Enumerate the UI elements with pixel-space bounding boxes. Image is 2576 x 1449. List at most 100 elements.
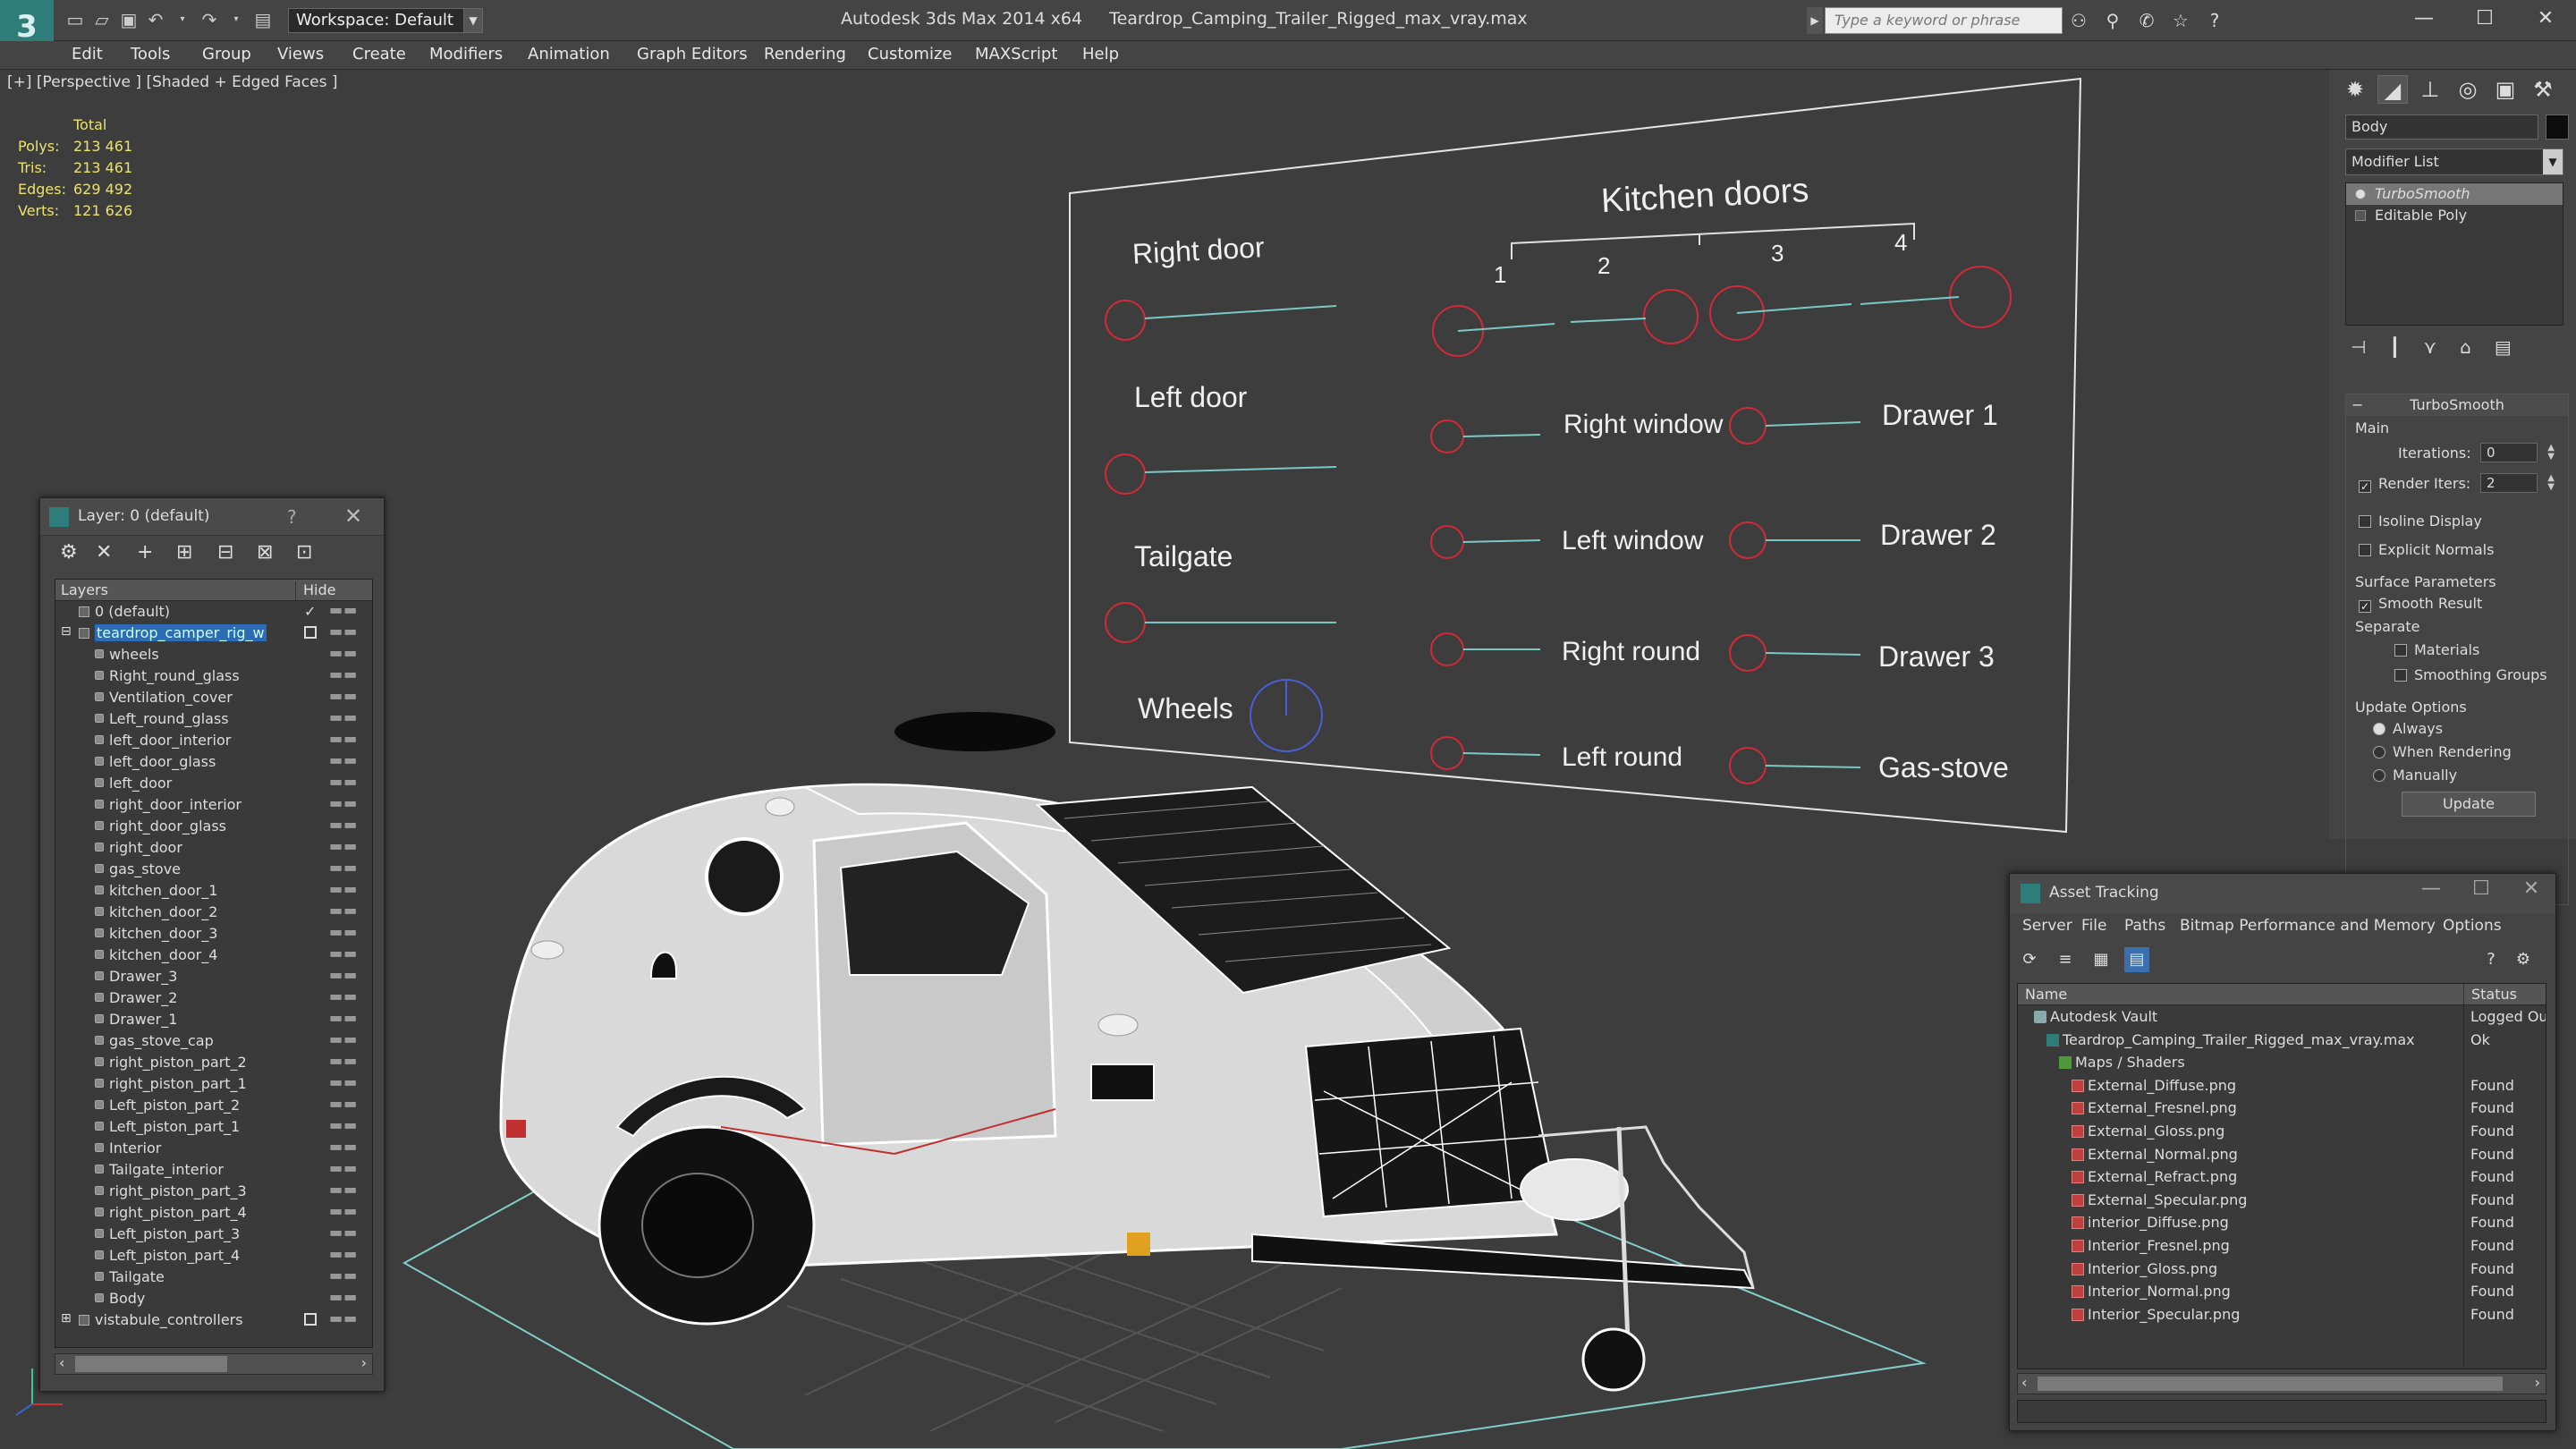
layer-object-row[interactable]: Left_piston_part_1 ▬▬ <box>55 1116 372 1138</box>
object-hide-toggle[interactable]: ▬▬ <box>329 1052 358 1069</box>
asset-path-field[interactable] <box>2017 1400 2546 1423</box>
asset-row[interactable]: External_Normal.png Found <box>2018 1143 2546 1166</box>
object-hide-toggle[interactable]: ▬▬ <box>329 1181 358 1198</box>
column-name[interactable]: Name <box>2025 986 2067 1003</box>
save-icon[interactable]: ▣ <box>118 9 140 30</box>
asset-row[interactable]: interior_Diffuse.png Found <box>2018 1211 2546 1234</box>
close-icon[interactable]: ✕ <box>344 504 362 529</box>
object-color-swatch[interactable] <box>2546 114 2569 140</box>
layer-object-row[interactable]: right_piston_part_3 ▬▬ <box>55 1181 372 1202</box>
dropdown-arrow-icon[interactable]: ▼ <box>2543 149 2563 174</box>
utilities-tab-icon[interactable]: ⚒ <box>2528 75 2558 104</box>
layer-window-titlebar[interactable]: Layer: 0 (default) ? ✕ <box>40 498 384 536</box>
menu-maxscript[interactable]: MAXScript <box>975 45 1057 64</box>
menu-create[interactable]: Create <box>352 45 406 64</box>
asset-menu-options[interactable]: Options <box>2443 917 2502 935</box>
object-hide-toggle[interactable]: ▬▬ <box>329 1202 358 1219</box>
motion-tab-icon[interactable]: ◎ <box>2453 75 2483 104</box>
show-end-result-icon[interactable]: ┃ <box>2389 336 2400 358</box>
layer-object-row[interactable]: left_door_interior ▬▬ <box>55 730 372 751</box>
make-unique-icon[interactable]: ⋎ <box>2423 336 2436 358</box>
object-hide-toggle[interactable]: ▬▬ <box>329 837 358 854</box>
redo-icon[interactable]: ↷ <box>199 9 220 30</box>
object-hide-toggle[interactable]: ▬▬ <box>329 665 358 682</box>
render-iters-spinner[interactable]: 2 ▲ ▼ <box>2480 473 2555 493</box>
object-hide-toggle[interactable]: ▬▬ <box>329 730 358 747</box>
highlight-layer-icon[interactable]: ⊟ <box>217 541 233 564</box>
object-hide-toggle[interactable]: ▬▬ <box>329 1073 358 1090</box>
asset-row[interactable]: External_Gloss.png Found <box>2018 1120 2546 1143</box>
communication-icon[interactable]: ✆ <box>2134 9 2159 32</box>
layer-object-row[interactable]: right_piston_part_2 ▬▬ <box>55 1052 372 1073</box>
object-hide-toggle[interactable]: ▬▬ <box>329 1267 358 1284</box>
menu-animation[interactable]: Animation <box>528 45 610 64</box>
object-hide-toggle[interactable]: ▬▬ <box>329 1245 358 1262</box>
layer-object-row[interactable]: Left_round_glass ▬▬ <box>55 708 372 730</box>
update-button[interactable]: Update <box>2402 792 2536 817</box>
asset-row[interactable]: Interior_Specular.png Found <box>2018 1303 2546 1326</box>
vault-help-icon[interactable]: ? <box>2479 947 2504 972</box>
rollout-title[interactable]: − TurboSmooth <box>2346 394 2568 416</box>
new-file-icon[interactable]: ▭ <box>64 9 86 30</box>
layer-object-row[interactable]: right_door ▬▬ <box>55 837 372 859</box>
object-hide-toggle[interactable]: ▬▬ <box>329 687 358 704</box>
undo-dropdown-icon[interactable]: ▾ <box>172 9 193 30</box>
layer-object-row[interactable]: Drawer_2 ▬▬ <box>55 987 372 1009</box>
freeze-layers-icon[interactable]: ⊡ <box>296 541 312 564</box>
modify-tab-icon[interactable]: ◢ <box>2377 75 2408 104</box>
object-hide-toggle[interactable]: ▬▬ <box>329 1138 358 1155</box>
stack-item-turbosmooth[interactable]: TurboSmooth <box>2346 183 2563 205</box>
asset-row[interactable]: Autodesk Vault Logged Out <box>2018 1005 2546 1029</box>
object-hide-toggle[interactable]: ▬▬ <box>329 794 358 811</box>
object-hide-toggle[interactable]: ▬▬ <box>329 1159 358 1176</box>
column-hide[interactable]: Hide <box>295 581 372 603</box>
configure-sets-icon[interactable]: ▤ <box>2495 336 2512 358</box>
expand-icon[interactable]: ⊞ <box>61 1311 72 1326</box>
layer-row-default[interactable]: 0 (default) ✓ ▬▬ <box>55 601 372 623</box>
object-hide-toggle[interactable]: ▬▬ <box>329 923 358 940</box>
layer-row-controllers[interactable]: ⊞ vistabule_controllers ▬▬ <box>55 1309 372 1331</box>
menu-rendering[interactable]: Rendering <box>764 45 846 64</box>
collapse-icon[interactable]: ⊟ <box>61 624 72 639</box>
object-hide-toggle[interactable]: ▬▬ <box>329 987 358 1004</box>
layer-object-row[interactable]: wheels ▬▬ <box>55 644 372 665</box>
layer-object-row[interactable]: right_door_interior ▬▬ <box>55 794 372 816</box>
asset-menu-server[interactable]: Server <box>2022 917 2072 935</box>
iterations-spinner[interactable]: 0 ▲ ▼ <box>2480 443 2555 462</box>
redo-dropdown-icon[interactable]: ▾ <box>225 9 247 30</box>
menu-group[interactable]: Group <box>202 45 251 64</box>
table-view-icon[interactable]: ▤ <box>2124 947 2149 972</box>
asset-window-titlebar[interactable]: Asset Tracking — ☐ ✕ <box>2010 874 2555 913</box>
menu-modifiers[interactable]: Modifiers <box>429 45 503 64</box>
asset-row[interactable]: Teardrop_Camping_Trailer_Rigged_max_vray… <box>2018 1029 2546 1052</box>
expand-icon[interactable] <box>2355 210 2366 221</box>
object-hide-toggle[interactable]: ▬▬ <box>329 751 358 768</box>
asset-row[interactable]: External_Fresnel.png Found <box>2018 1097 2546 1120</box>
layer-object-row[interactable]: kitchen_door_1 ▬▬ <box>55 880 372 902</box>
workspace-dropdown-arrow-icon[interactable]: ▼ <box>463 8 483 33</box>
layer-object-row[interactable]: Interior ▬▬ <box>55 1138 372 1159</box>
asset-menu-file[interactable]: File <box>2081 917 2106 935</box>
layer-current-box[interactable] <box>304 626 317 639</box>
scroll-thumb[interactable] <box>2038 1377 2503 1391</box>
layer-object-row[interactable]: Drawer_3 ▬▬ <box>55 966 372 987</box>
object-hide-toggle[interactable]: ▬▬ <box>329 816 358 833</box>
layer-hide-toggle[interactable]: ▬▬ <box>329 601 358 618</box>
layer-object-row[interactable]: kitchen_door_4 ▬▬ <box>55 945 372 966</box>
layer-hide-toggle[interactable]: ▬▬ <box>329 1309 358 1326</box>
layer-horizontal-scrollbar[interactable]: ‹ › <box>55 1353 373 1375</box>
scroll-left-icon[interactable]: ‹ <box>59 1354 64 1371</box>
object-hide-toggle[interactable]: ▬▬ <box>329 1224 358 1241</box>
asset-row[interactable]: External_Refract.png Found <box>2018 1165 2546 1189</box>
object-hide-toggle[interactable]: ▬▬ <box>329 1030 358 1047</box>
object-hide-toggle[interactable]: ▬▬ <box>329 1009 358 1026</box>
asset-horizontal-scrollbar[interactable]: ‹ › <box>2017 1373 2546 1394</box>
close-icon[interactable]: ✕ <box>2515 0 2576 38</box>
select-objects-icon[interactable]: ⊞ <box>176 541 192 564</box>
thumbnail-view-icon[interactable]: ▦ <box>2089 947 2114 972</box>
object-hide-toggle[interactable]: ▬▬ <box>329 708 358 725</box>
layer-object-row[interactable]: Left_piston_part_3 ▬▬ <box>55 1224 372 1245</box>
delete-layer-icon[interactable]: ✕ <box>96 541 112 564</box>
menu-edit[interactable]: Edit <box>72 45 103 64</box>
column-status[interactable]: Status <box>2463 984 2517 1005</box>
